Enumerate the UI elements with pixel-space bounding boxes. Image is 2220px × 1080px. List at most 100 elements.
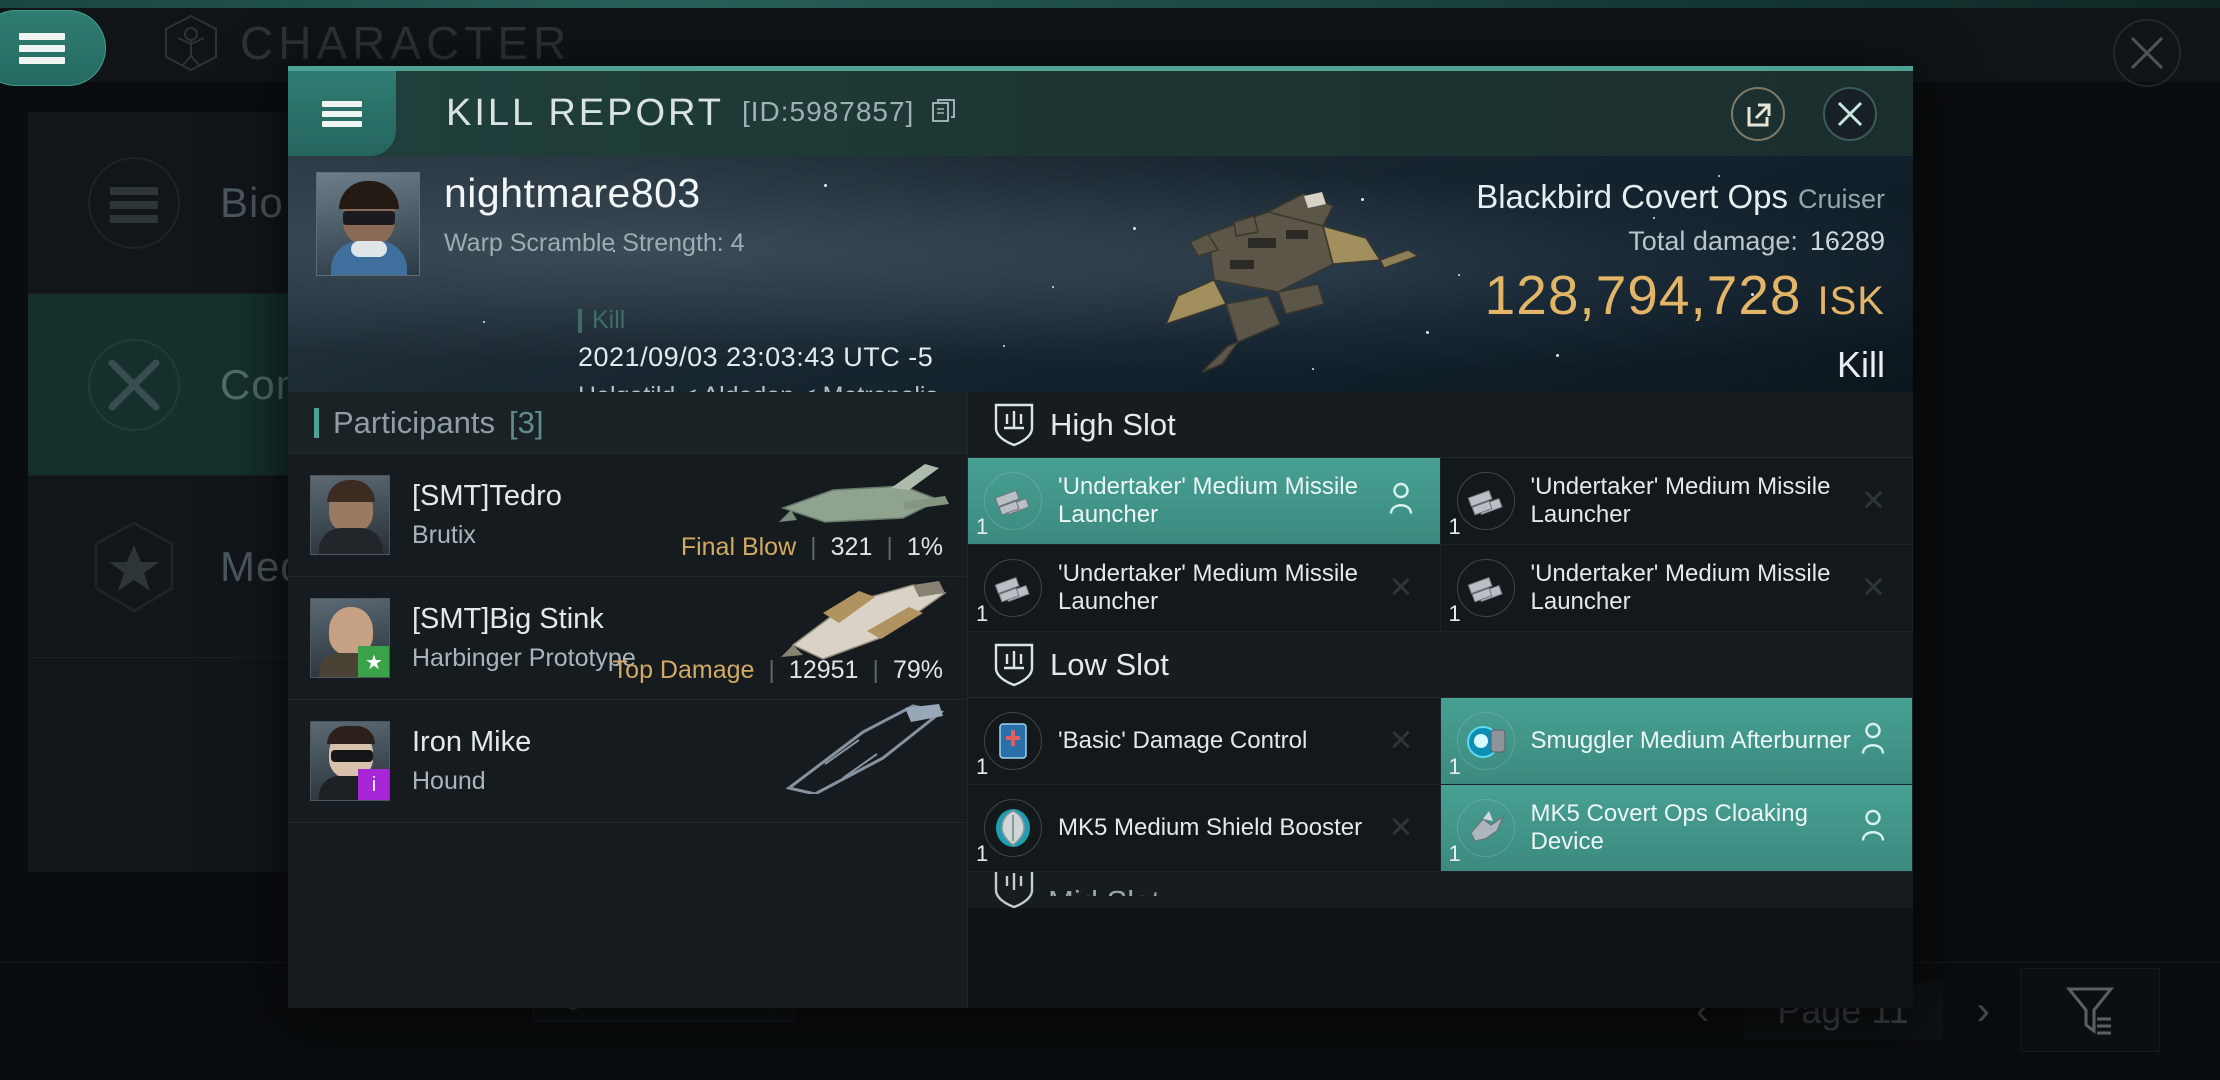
modal-header: KILL REPORT [ID:5987857] <box>288 71 1913 156</box>
afterburner-icon <box>1456 712 1515 770</box>
kill-id-text: [ID:5987857] <box>741 96 915 127</box>
hound-ship-icon <box>763 702 953 796</box>
item-qty: 1 <box>976 601 989 626</box>
isk-unit: ISK <box>1817 279 1885 323</box>
participant-stats: Top Damage | 12951 | 79% <box>612 656 943 684</box>
participant-stats: Final Blow | 321 | 1% <box>680 533 943 561</box>
badge-glyph: i <box>371 773 377 796</box>
kill-tag: Kill <box>578 306 625 335</box>
person-icon <box>1860 722 1886 760</box>
top-accent-strip <box>0 0 2220 8</box>
background-filter-button[interactable] <box>2020 968 2160 1052</box>
item-qty: 1 <box>976 754 989 779</box>
x-icon: ✕ <box>1388 811 1414 845</box>
external-link-icon <box>1731 86 1785 141</box>
item-qty: 1 <box>976 841 989 866</box>
background-title-text: CHARACTER <box>240 17 572 69</box>
modal-header-actions <box>1725 81 1883 147</box>
star-hexagon-icon <box>82 515 186 619</box>
fitting-panel: High Slot 1 'Undertaker' Medium Missile … <box>968 392 1913 1008</box>
avatar: ★ <box>310 598 390 678</box>
fitting-item[interactable]: 1 MK5 Covert Ops Cloaking Device <box>1440 785 1913 872</box>
modal-body: Participants [3] [SMT]Tedro Brutix Final… <box>288 392 1913 1008</box>
item-name: 'Undertaker' Medium Missile Launcher <box>1530 560 1831 615</box>
background-page-title: CHARACTER <box>160 12 571 74</box>
avatar <box>310 475 390 555</box>
fitting-item[interactable]: 1 'Undertaker' Medium Missile Launcher <box>968 458 1441 545</box>
badge-glyph: ★ <box>365 651 383 674</box>
participant-tag: Final Blow <box>680 533 797 561</box>
item-qty: 1 <box>1448 514 1461 539</box>
table-row[interactable]: [SMT]Tedro Brutix Final Blow | 321 | 1% <box>288 454 967 577</box>
modal-kill-id: [ID:5987857] <box>742 96 957 131</box>
kill-word: Kill <box>1836 344 1885 385</box>
fitting-item[interactable]: 1 'Basic' Damage Control ✕ <box>968 698 1441 785</box>
item-name: MK5 Covert Ops Cloaking Device <box>1530 800 1808 855</box>
person-icon <box>1388 482 1414 520</box>
participant-ship: Brutix <box>412 521 476 549</box>
slot-shield-icon <box>994 403 1034 446</box>
fitting-item[interactable]: 1 Smuggler Medium Afterburner <box>1440 698 1913 785</box>
ship-name: Blackbird Covert Ops <box>1476 178 1788 215</box>
participant-damage: 321 <box>830 533 873 561</box>
fitting-item[interactable]: 1 'Undertaker' Medium Missile Launcher ✕ <box>1440 458 1913 545</box>
table-row[interactable]: i Iron Mike Hound <box>288 700 967 823</box>
participants-panel: Participants [3] [SMT]Tedro Brutix Final… <box>288 392 968 1008</box>
participant-ship: Hound <box>412 767 486 795</box>
close-button[interactable] <box>1817 81 1883 147</box>
item-name: MK5 Medium Shield Booster <box>1058 814 1363 842</box>
missile-launcher-icon <box>984 559 1042 617</box>
total-damage-row: Total damage: 16289 <box>1476 226 1885 257</box>
slot-header-high: High Slot <box>968 392 1913 458</box>
total-damage-label: Total damage: <box>1628 226 1798 256</box>
item-qty: 1 <box>1448 841 1461 866</box>
hamburger-icon <box>19 28 65 69</box>
damage-control-icon <box>984 712 1042 770</box>
next-page-button[interactable]: › <box>1977 989 1990 1034</box>
x-icon: ✕ <box>1860 571 1886 605</box>
participant-percent: 1% <box>906 533 943 561</box>
total-damage-value: 16289 <box>1809 226 1885 256</box>
sidebar-item-label: Bio <box>220 178 284 226</box>
modal-menu-button[interactable] <box>288 71 396 156</box>
participant-tag: Top Damage <box>612 656 755 684</box>
crossed-swords-icon <box>82 333 186 437</box>
ship-name-row: Blackbird Covert Ops Cruiser <box>1476 178 1885 216</box>
character-icon <box>160 12 222 74</box>
person-icon <box>1860 809 1886 847</box>
item-name: 'Basic' Damage Control <box>1058 727 1308 755</box>
status-badge: i <box>358 769 389 800</box>
isk-value: 128,794,728 <box>1484 264 1802 326</box>
fitting-item[interactable]: 1 MK5 Medium Shield Booster ✕ <box>968 785 1441 872</box>
item-name: 'Undertaker' Medium Missile Launcher <box>1530 473 1831 528</box>
warp-scramble-label: Warp Scramble Strength: 4 <box>444 229 745 258</box>
table-row[interactable]: ★ [SMT]Big Stink Harbinger Prototype Top… <box>288 577 967 700</box>
slot-shield-icon <box>994 643 1034 686</box>
x-icon: ✕ <box>1388 724 1414 758</box>
shield-booster-icon <box>984 799 1042 857</box>
cloaking-device-icon <box>1456 799 1515 857</box>
participants-label: Participants <box>333 404 495 440</box>
ship-wreck-render <box>1118 164 1428 384</box>
background-menu-button[interactable] <box>0 10 106 86</box>
high-slot-grid: 1 'Undertaker' Medium Missile Launcher 1… <box>968 458 1913 632</box>
ship-class: Cruiser <box>1797 184 1885 214</box>
fitting-item[interactable]: 1 'Undertaker' Medium Missile Launcher ✕ <box>968 545 1441 632</box>
copy-icon[interactable] <box>931 98 957 131</box>
missile-launcher-icon <box>1456 559 1515 617</box>
share-button[interactable] <box>1725 81 1791 147</box>
missile-launcher-icon <box>984 472 1042 530</box>
kill-timestamp: 2021/09/03 23:03:43 UTC -5 <box>578 342 934 372</box>
avatar[interactable] <box>316 172 420 276</box>
fitting-item[interactable]: 1 'Undertaker' Medium Missile Launcher ✕ <box>1440 545 1913 632</box>
close-icon <box>1823 86 1877 141</box>
participants-header: Participants [3] <box>288 392 967 454</box>
slot-header-mid-partial: Mid Slot <box>968 865 1913 909</box>
ship-summary: Blackbird Covert Ops Cruiser Total damage… <box>1476 178 1885 327</box>
participant-ship: Harbinger Prototype <box>412 644 636 672</box>
close-icon <box>2113 19 2181 87</box>
x-icon: ✕ <box>1860 484 1886 518</box>
slot-header-low: Low Slot <box>968 632 1913 698</box>
background-close-button[interactable] <box>2102 8 2192 98</box>
funnel-icon <box>2065 987 2115 1035</box>
